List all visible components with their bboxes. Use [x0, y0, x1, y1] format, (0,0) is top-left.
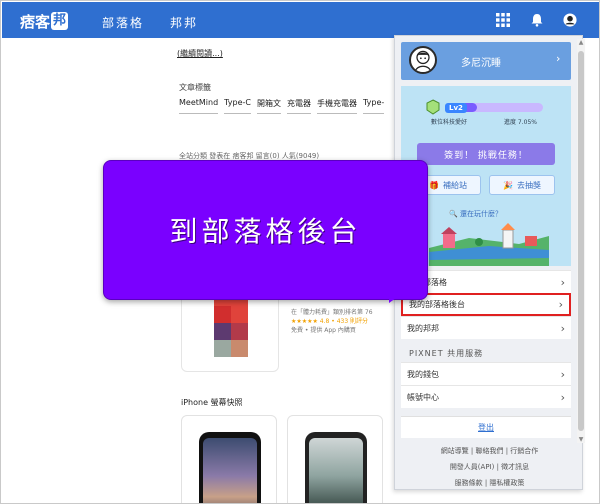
app-rating: ★★★★★ 4.8 • 433 則評分 — [291, 318, 369, 325]
level-progress-bar — [461, 103, 543, 112]
app-icon-card — [181, 288, 279, 372]
app-rank: 在「體力耗費」類別排名第 76 — [291, 309, 373, 316]
avatar — [409, 46, 437, 74]
tag-list: MeetMind Type-C 開箱文 充電器 手機充電器 Type- — [179, 98, 385, 114]
grid-icon[interactable] — [494, 11, 512, 29]
checkin-mission-button[interactable]: 簽到！ 挑戰任務！ — [417, 143, 555, 165]
level-cube-icon — [426, 99, 440, 115]
username: 多尼沉睡 — [461, 58, 501, 69]
lottery-button[interactable]: 🎉 去抽獎 — [489, 175, 555, 195]
menu-label: 我的邦邦 — [407, 323, 439, 333]
party-icon: 🎉 — [503, 180, 513, 190]
user-profile-link[interactable]: 多尼沉睡 › — [401, 42, 571, 80]
menu-account-center[interactable]: 帳號中心 › — [401, 385, 571, 408]
footer-links-row[interactable]: 開發人員(API) | 徵才訊息 — [395, 462, 582, 472]
banner-text: 到部落格後台 — [169, 215, 362, 248]
account-icon[interactable] — [561, 11, 579, 29]
pixnet-section-title: PIXNET 共用服務 — [409, 349, 484, 358]
chevron-right-icon: › — [560, 275, 565, 289]
level-progress-label: 進度 7.05% — [504, 119, 537, 126]
app-price: 免費 • 提供 App 內購買 — [291, 327, 356, 334]
callout-banner: 到部落格後台 — [103, 160, 428, 300]
tag-item[interactable]: MeetMind — [179, 98, 219, 114]
panel-scrollbar[interactable]: ▲ ▼ — [577, 39, 585, 443]
logo-badge: 邦 — [51, 12, 69, 30]
logo-text: 痞客 — [20, 12, 51, 31]
logout-link[interactable]: 登出 — [401, 416, 571, 438]
menu-label: 帳號中心 — [407, 392, 439, 402]
screenshot-card — [181, 415, 277, 503]
tags-title: 文章標籤 — [179, 83, 211, 92]
nav-link-blog[interactable]: 部落格 — [102, 14, 144, 31]
lottery-label: 去抽獎 — [516, 180, 541, 190]
site-logo[interactable]: 痞客 邦 — [20, 11, 69, 31]
tag-item[interactable]: 手機充電器 — [317, 98, 358, 114]
pixnet-menu: 我的錢包 › 帳號中心 › — [401, 362, 571, 408]
menu-my-bangbang[interactable]: 我的邦邦 › — [401, 316, 571, 339]
menu-my-wallet[interactable]: 我的錢包 › — [401, 362, 571, 385]
search-icon: 🔍 — [449, 210, 458, 218]
chevron-right-icon: › — [556, 52, 561, 65]
menu-label: 我的錢包 — [407, 369, 439, 379]
banner-pointer — [389, 283, 403, 303]
tag-item[interactable]: Type-C — [224, 98, 252, 114]
gift-icon: 🎁 — [429, 180, 439, 190]
top-navbar: 痞客 邦 部落格 邦邦 — [2, 2, 599, 38]
game-scene-illustration — [429, 223, 549, 266]
app-meta: 在「體力耗費」類別排名第 76 ★★★★★ 4.8 • 433 則評分 免費 •… — [291, 308, 373, 335]
scroll-thumb[interactable] — [578, 51, 584, 431]
chevron-right-icon: › — [560, 321, 565, 335]
iphone-screenshots-title: iPhone 螢幕快照 — [181, 398, 243, 407]
tag-item[interactable]: Type- — [363, 98, 385, 114]
phone-image — [305, 432, 367, 503]
playing-label: 還在玩什麼？ — [459, 210, 502, 218]
menu-label: 我的部落格後台 — [409, 300, 465, 309]
level-badge: Lv2 — [445, 103, 467, 113]
bell-icon[interactable] — [528, 11, 546, 29]
tag-item[interactable]: 開箱文 — [257, 98, 282, 114]
tag-item[interactable]: 充電器 — [287, 98, 312, 114]
screenshot-card — [287, 415, 383, 503]
footer-links-row[interactable]: 服務條款 | 隱私權政策 — [395, 478, 582, 488]
supply-station-label: 補給站 — [442, 180, 467, 190]
read-more-link[interactable]: (繼續閱讀...) — [177, 48, 223, 59]
chevron-right-icon: › — [558, 298, 563, 311]
level-caption: 數位科技愛好 — [431, 119, 468, 126]
scroll-up-icon[interactable]: ▲ — [577, 39, 585, 46]
scroll-down-icon[interactable]: ▼ — [577, 436, 585, 443]
nav-link-bangbang[interactable]: 邦邦 — [170, 14, 198, 31]
browser-frame: 痞客 邦 部落格 邦邦 (繼續閱讀...) 文章標籤 MeetMind Type… — [0, 0, 600, 504]
chevron-right-icon: › — [560, 390, 565, 404]
chevron-right-icon: › — [560, 367, 565, 381]
footer-links-row[interactable]: 網站導覽 | 聯絡我們 | 行銷合作 — [395, 446, 582, 456]
phone-image — [199, 432, 261, 503]
